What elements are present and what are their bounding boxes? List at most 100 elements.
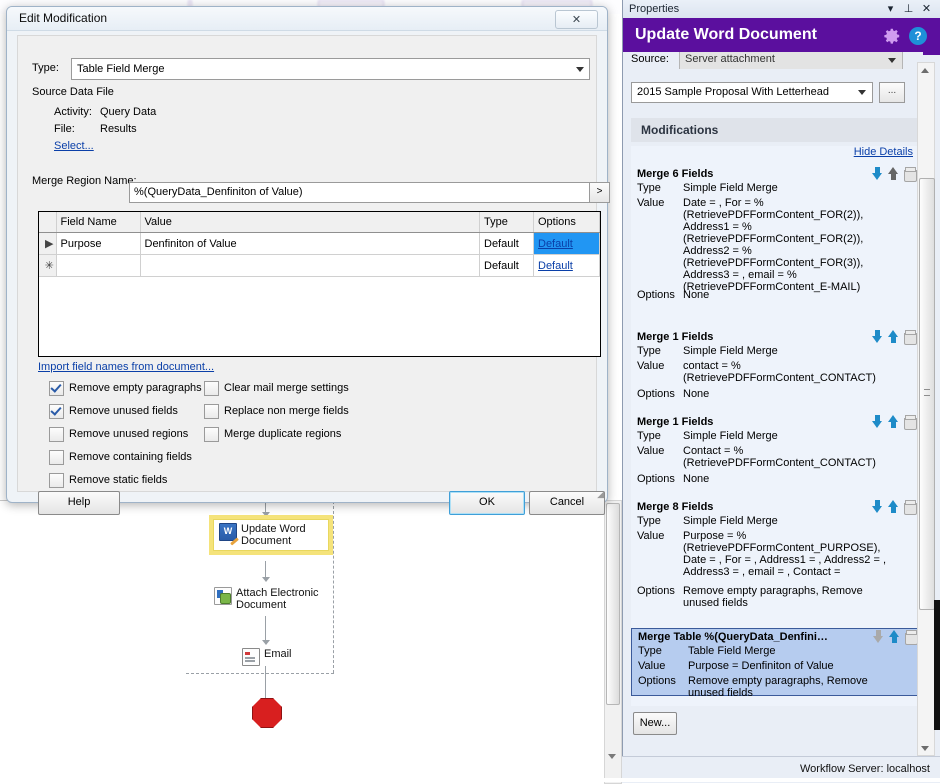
cell-value[interactable] <box>140 254 480 277</box>
chevron-down-icon[interactable] <box>608 754 616 759</box>
modifications-list[interactable]: Hide Details Merge 6 Fields Type Simple … <box>631 146 919 706</box>
modification-item[interactable]: Merge 6 Fields Type Simple Field Merge V… <box>631 166 919 314</box>
properties-vertical-scrollbar[interactable] <box>917 62 935 756</box>
canvas-vertical-scrollbar[interactable] <box>604 500 622 784</box>
delete-icon[interactable] <box>905 630 918 645</box>
activity-value: Query Data <box>100 106 157 118</box>
new-modification-button[interactable]: New... <box>633 712 677 735</box>
source-data-file-label: Source Data File <box>32 86 114 98</box>
workflow-node-email[interactable]: Email <box>242 648 312 666</box>
checkbox-replace-non-merge-fields[interactable] <box>204 404 219 419</box>
move-up-icon[interactable] <box>888 330 899 343</box>
workflow-branch-line <box>333 501 334 673</box>
modification-item[interactable]: Merge 1 Fields Type Simple Field Merge V… <box>631 414 919 490</box>
chevron-down-icon[interactable] <box>571 60 589 78</box>
checkbox-remove-empty-paragraphs[interactable] <box>49 381 64 396</box>
edit-modification-dialog[interactable]: Edit Modification ✕ Type: Table Field Me… <box>6 6 610 515</box>
modification-actions[interactable] <box>872 167 917 182</box>
select-source-link[interactable]: Select... <box>54 140 94 152</box>
modification-type-key: Type <box>637 430 661 442</box>
cell-field-name[interactable]: Purpose <box>56 232 141 255</box>
table-row[interactable]: ▶ Purpose Denfiniton of Value Default De… <box>39 232 600 255</box>
modification-item-selected[interactable]: Merge Table %(QueryData_Denfini… Type Ta… <box>631 628 919 699</box>
checkbox-remove-static-fields[interactable] <box>49 473 64 488</box>
delete-icon[interactable] <box>904 330 917 345</box>
chevron-down-icon[interactable]: ▾ <box>884 2 897 15</box>
move-up-icon[interactable] <box>888 500 899 513</box>
checkbox-clear-mail-merge-settings[interactable] <box>204 381 219 396</box>
merge-region-name-input[interactable]: %(QueryData_Denfiniton of Value) <box>129 182 590 203</box>
gear-icon[interactable] <box>883 27 901 45</box>
delete-icon[interactable] <box>904 415 917 430</box>
modification-actions[interactable] <box>873 630 918 645</box>
ok-button[interactable]: OK <box>449 491 525 515</box>
chevron-down-icon[interactable] <box>918 741 932 755</box>
fields-grid[interactable]: Field Name Value Type Options ▶ Purpose … <box>38 211 601 357</box>
checkbox-remove-unused-regions[interactable] <box>49 427 64 442</box>
browse-button[interactable]: ... <box>879 82 905 103</box>
modification-options-value: Remove empty paragraphs, Remove unused f… <box>683 585 863 609</box>
move-down-icon[interactable] <box>872 167 883 180</box>
column-header-options[interactable]: Options <box>533 212 600 233</box>
workflow-canvas[interactable]: W Update Word Document Attach Electronic… <box>0 500 604 783</box>
checkbox-remove-containing-fields[interactable] <box>49 450 64 465</box>
chevron-up-icon[interactable] <box>918 63 932 77</box>
cell-options[interactable]: Default <box>533 254 600 277</box>
modification-actions[interactable] <box>872 500 917 515</box>
properties-scrollbar-thumb[interactable] <box>919 178 935 610</box>
hide-details-link[interactable]: Hide Details <box>854 146 913 158</box>
checkbox-merge-duplicate-regions[interactable] <box>204 427 219 442</box>
modification-value-key: Value <box>637 530 665 542</box>
cancel-button[interactable]: Cancel <box>529 491 605 515</box>
cell-options[interactable]: Default <box>533 232 600 255</box>
modification-title: Merge 1 Fields <box>637 416 714 428</box>
options-link[interactable]: Default <box>538 238 573 250</box>
delete-icon[interactable] <box>904 167 917 182</box>
move-down-icon[interactable] <box>872 330 883 343</box>
dialog-title-bar[interactable]: Edit Modification <box>7 7 607 31</box>
modification-item[interactable]: Merge 8 Fields Type Simple Field Merge V… <box>631 499 919 617</box>
document-select[interactable]: 2015 Sample Proposal With Letterhead <box>631 82 873 103</box>
close-icon[interactable]: ✕ <box>920 2 933 15</box>
source-row: Source: Server attachment <box>623 52 923 69</box>
type-select[interactable]: Table Field Merge <box>71 58 590 80</box>
source-select[interactable]: Server attachment <box>679 52 903 69</box>
modification-actions[interactable] <box>872 415 917 430</box>
move-down-icon[interactable] <box>872 415 883 428</box>
help-icon[interactable]: ? <box>909 27 927 45</box>
close-icon[interactable]: ✕ <box>555 10 598 29</box>
column-header-type[interactable]: Type <box>479 212 534 233</box>
workflow-node-update-word-document[interactable]: W Update Word Document <box>209 515 333 555</box>
cell-type[interactable]: Default <box>479 254 534 277</box>
checkbox-remove-unused-fields[interactable] <box>49 404 64 419</box>
column-header-field-name[interactable]: Field Name <box>56 212 141 233</box>
move-up-icon[interactable] <box>888 167 899 180</box>
chevron-down-icon[interactable] <box>853 83 871 101</box>
import-field-names-link[interactable]: Import field names from document... <box>38 361 214 373</box>
properties-title-bar[interactable]: Properties ▾ ⊥ ✕ <box>623 0 940 19</box>
column-header-value[interactable]: Value <box>140 212 480 233</box>
move-down-icon[interactable] <box>873 630 884 643</box>
move-up-icon[interactable] <box>888 415 899 428</box>
chevron-down-icon[interactable] <box>883 52 901 69</box>
options-link[interactable]: Default <box>538 260 573 272</box>
cell-type[interactable]: Default <box>479 232 534 255</box>
modification-type-key: Type <box>637 182 661 194</box>
merge-region-expand-button[interactable]: > <box>589 182 610 203</box>
delete-icon[interactable] <box>904 500 917 515</box>
move-up-icon[interactable] <box>889 630 900 643</box>
cell-field-name[interactable] <box>56 254 141 277</box>
resize-grip-icon[interactable]: ◢ <box>597 489 604 500</box>
pin-icon[interactable]: ⊥ <box>902 2 915 15</box>
workflow-arrow <box>262 577 270 582</box>
modification-item[interactable]: Merge 1 Fields Type Simple Field Merge V… <box>631 329 919 405</box>
table-row[interactable]: ✳ Default Default <box>39 254 600 277</box>
workflow-connector <box>265 616 266 642</box>
canvas-scrollbar-thumb[interactable] <box>606 503 620 705</box>
help-button[interactable]: Help <box>38 491 120 515</box>
stop-node-icon[interactable] <box>252 698 282 728</box>
modification-actions[interactable] <box>872 330 917 345</box>
move-down-icon[interactable] <box>872 500 883 513</box>
cell-value[interactable]: Denfiniton of Value <box>140 232 480 255</box>
workflow-node-attach-electronic-document[interactable]: Attach Electronic Document <box>214 587 326 611</box>
